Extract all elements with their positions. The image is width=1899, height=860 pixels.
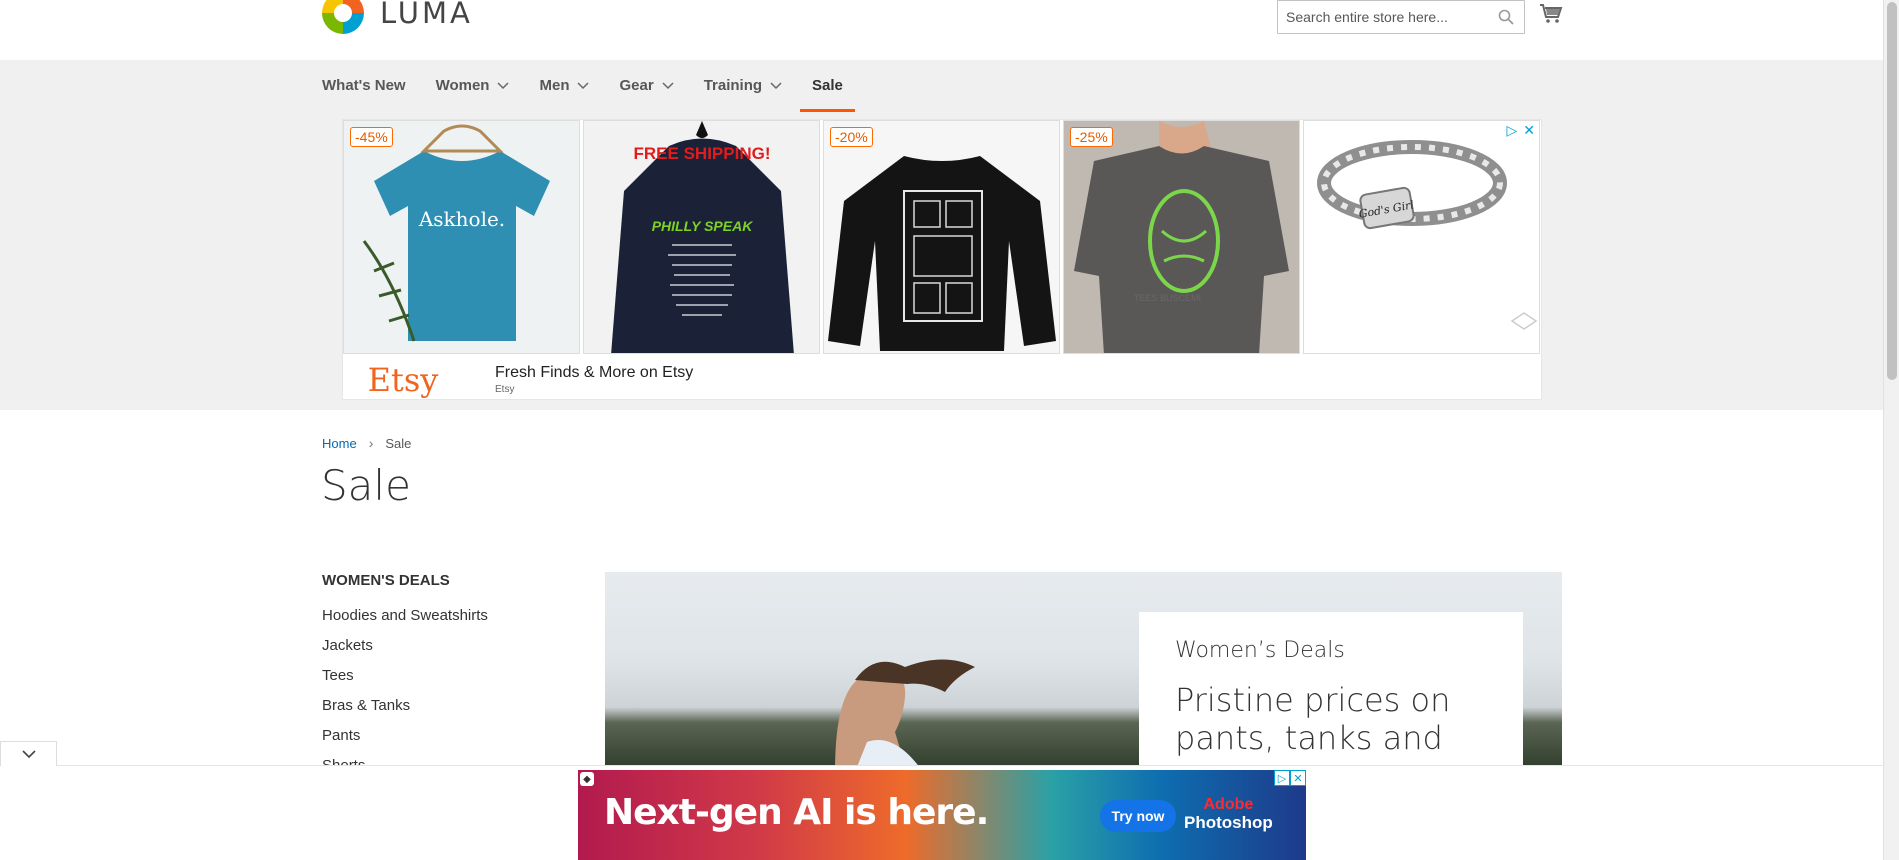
ad-tile[interactable]: God's Girl	[1303, 120, 1540, 354]
hero-card: Women’s Deals Pristine prices on pants, …	[1139, 612, 1523, 765]
nav-label: Gear	[619, 76, 654, 94]
sidebar-link-hoodies[interactable]: Hoodies and Sweatshirts	[322, 601, 562, 631]
nav-item-gear[interactable]: Gear	[619, 60, 674, 110]
hero-kicker: Women’s Deals	[1175, 638, 1345, 663]
sidebar-link-jackets[interactable]: Jackets	[322, 631, 562, 661]
breadcrumb-home-link[interactable]: Home	[322, 436, 357, 451]
ad-advertiser: Etsy	[495, 384, 515, 395]
ad-headline: Next-gen AI is here.	[604, 792, 989, 833]
close-icon[interactable]: ✕	[1290, 770, 1306, 786]
adobe-ad[interactable]: ◆ ▷ ✕ Next-gen AI is here. Try now Adobe…	[578, 770, 1306, 860]
nav-item-sale[interactable]: Sale	[800, 60, 855, 112]
ad-tile[interactable]: -45% Askhole.	[343, 120, 580, 354]
search-input[interactable]	[1278, 1, 1488, 33]
tee-print-text: Askhole.	[418, 207, 505, 231]
search-icon[interactable]	[1498, 9, 1514, 25]
nav-label: What's New	[322, 76, 406, 94]
nav-label: Training	[703, 76, 763, 94]
blue-tee-image: Askhole.	[362, 124, 550, 342]
page-scrollbar[interactable]	[1883, 0, 1899, 860]
bracelet-image: God's Girl	[1317, 140, 1538, 330]
runner-image	[835, 659, 975, 765]
adchoices-icon[interactable]: ▷	[1274, 770, 1290, 786]
category-sidebar: WOMEN'S DEALS Hoodies and Sweatshirts Ja…	[322, 572, 562, 781]
shield-icon: ◆	[580, 772, 594, 786]
womens-deals-hero[interactable]: Women’s Deals Pristine prices on pants, …	[605, 572, 1562, 765]
breadcrumb-separator: ›	[368, 435, 374, 451]
etsy-logo: Etsy	[367, 360, 439, 399]
ad-choices[interactable]: ▷ ✕	[1506, 122, 1535, 139]
adobe-brand: Adobe Photoshop	[1184, 796, 1273, 832]
nav-item-training[interactable]: Training	[704, 60, 782, 110]
page-title: Sale	[321, 461, 411, 510]
ad-tile[interactable]: FREE SHIPPING! PHILLY SPEAK	[583, 120, 820, 354]
free-shipping-text: FREE SHIPPING!	[634, 144, 771, 163]
discount-badge: -45%	[350, 127, 393, 147]
ad-product-tiles: -45% Askhole. FREE SHIPPING! PHILLY SPEA…	[343, 120, 1540, 354]
discount-badge: -25%	[1070, 127, 1113, 147]
brand-name: LUMA	[380, 0, 473, 30]
ad-text: Fresh Finds & More on Etsy Etsy	[495, 364, 693, 395]
search-box[interactable]	[1277, 0, 1525, 34]
ad-choices[interactable]: ▷ ✕	[1274, 770, 1306, 786]
chevron-down-icon	[577, 82, 590, 90]
close-icon[interactable]: ✕	[1523, 122, 1535, 139]
ad-tile[interactable]: -25% TEES BUSCEMI	[1063, 120, 1300, 354]
ad-footer[interactable]: Etsy Fresh Finds & More on Etsy Etsy	[343, 358, 1541, 401]
cart-icon[interactable]	[1539, 2, 1563, 26]
sidebar-heading: WOMEN'S DEALS	[322, 572, 450, 589]
brand-line1: Adobe	[1203, 796, 1254, 813]
grey-tee-image: TEES BUSCEMI	[1064, 121, 1299, 353]
etsy-ad-banner[interactable]: ▷ ✕ -45% Askhole. FREE SHIPPING! PHILLY …	[342, 119, 1542, 400]
chevron-down-icon	[770, 82, 782, 90]
nav-item-whats-new[interactable]: What's New	[322, 60, 406, 110]
sidebar-link-pants[interactable]: Pants	[322, 721, 562, 751]
navy-hoodie-image: FREE SHIPPING! PHILLY SPEAK	[611, 121, 794, 353]
ad-title: Fresh Finds & More on Etsy	[495, 364, 694, 381]
chevron-down-icon	[497, 82, 510, 90]
hero-headline: Pristine prices on pants, tanks and	[1175, 681, 1451, 757]
svg-text:TEES BUSCEMI: TEES BUSCEMI	[1134, 293, 1201, 303]
try-now-button[interactable]: Try now	[1100, 800, 1176, 832]
nav-item-women[interactable]: Women	[436, 60, 510, 110]
hoodie-print-text: PHILLY SPEAK	[652, 218, 754, 234]
breadcrumb-current: Sale	[385, 435, 412, 451]
main-nav: What's New Women Men Gear Training Sale	[322, 60, 873, 112]
luma-logo[interactable]: LUMA	[322, 0, 473, 34]
sticky-ad-bar: ◆ ▷ ✕ Next-gen AI is here. Try now Adobe…	[0, 741, 1883, 860]
scrollbar-thumb[interactable]	[1887, 2, 1897, 380]
sidebar-link-tees[interactable]: Tees	[322, 661, 562, 691]
breadcrumb: Home › Sale	[322, 435, 411, 451]
chevron-down-icon	[662, 82, 674, 90]
black-sweatshirt-image	[828, 156, 1056, 351]
brand-line2: Photoshop	[1184, 813, 1273, 832]
nav-label: Sale	[812, 76, 843, 94]
nav-label: Women	[435, 76, 490, 94]
sidebar-link-bras-tanks[interactable]: Bras & Tanks	[322, 691, 562, 721]
luma-logo-icon	[322, 0, 364, 34]
discount-badge: -20%	[830, 127, 873, 147]
site-header: LUMA	[0, 0, 1883, 60]
nav-label: Men	[539, 76, 570, 94]
chevron-down-icon	[21, 750, 36, 759]
collapse-ad-button[interactable]	[0, 741, 57, 766]
adchoices-icon[interactable]: ▷	[1506, 122, 1517, 139]
nav-item-men[interactable]: Men	[539, 60, 590, 110]
ad-tile[interactable]: -20%	[823, 120, 1060, 354]
